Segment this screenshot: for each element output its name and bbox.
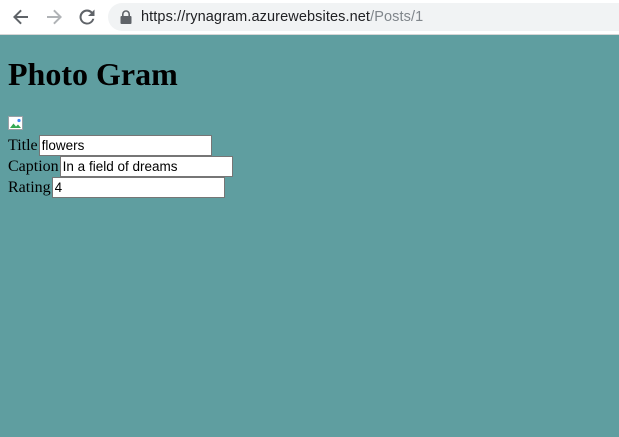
reload-button[interactable] <box>74 4 100 30</box>
back-button[interactable] <box>8 4 34 30</box>
arrow-forward-icon <box>47 9 62 25</box>
caption-input[interactable] <box>59 156 233 177</box>
title-row: Title <box>8 135 212 156</box>
title-label: Title <box>8 136 38 154</box>
url-host: https://rynagram.azurewebsites.net <box>141 9 371 25</box>
rating-label: Rating <box>8 178 51 196</box>
url-text: https://rynagram.azurewebsites.net/Posts… <box>141 9 423 25</box>
title-input[interactable] <box>38 135 212 156</box>
caption-label: Caption <box>8 157 59 175</box>
caption-row: Caption <box>8 156 233 177</box>
url-path: /Posts/1 <box>370 9 424 25</box>
broken-image-icon <box>8 116 23 130</box>
address-bar[interactable]: https://rynagram.azurewebsites.net/Posts… <box>108 3 619 31</box>
rating-row: Rating <box>8 177 225 198</box>
arrow-back-icon <box>13 9 28 25</box>
reload-icon <box>79 9 95 25</box>
browser-toolbar: https://rynagram.azurewebsites.net/Posts… <box>0 0 619 35</box>
rating-input[interactable] <box>51 177 225 198</box>
page-title: Photo Gram <box>8 56 178 92</box>
lock-icon <box>120 10 132 24</box>
forward-button[interactable] <box>41 4 67 30</box>
